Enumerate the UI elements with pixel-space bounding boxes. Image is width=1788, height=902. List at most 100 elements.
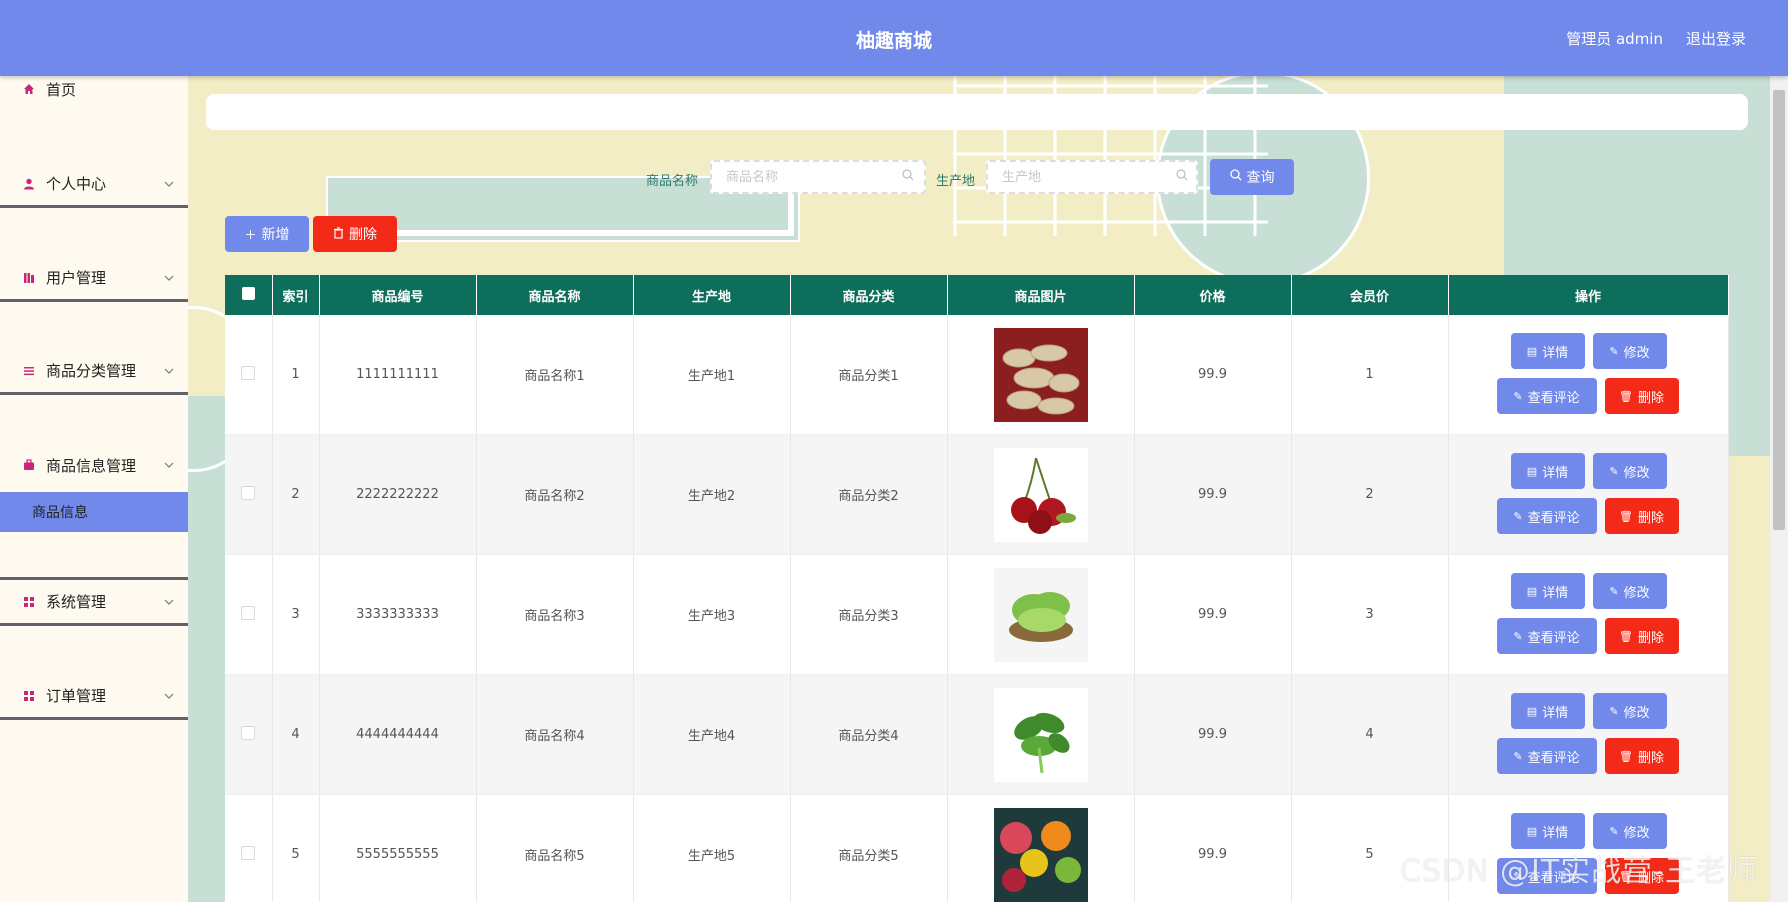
- product-image[interactable]: [993, 567, 1088, 662]
- scrollbar-thumb[interactable]: [1773, 90, 1785, 530]
- sidebar-item-order-management[interactable]: 订单管理: [0, 674, 188, 720]
- index-cell: 4: [272, 674, 320, 795]
- add-button[interactable]: ＋ 新增: [225, 216, 309, 252]
- actions-cell: ▤ 详情 ✎ 修改 ✎ 查看评论 🗑 删除: [1448, 674, 1729, 795]
- image-cell: [947, 434, 1135, 555]
- pencil-icon: ✎: [1513, 749, 1523, 763]
- name-cell: 商品名称5: [476, 794, 634, 902]
- batch-delete-button[interactable]: 删除: [313, 216, 397, 252]
- briefcase-icon: [22, 458, 36, 472]
- row-select-cell[interactable]: [225, 554, 273, 675]
- chevron-down-icon: [164, 366, 174, 376]
- product-name-input[interactable]: [710, 160, 926, 194]
- code-cell: 5555555555: [319, 794, 477, 902]
- edit-button[interactable]: ✎ 修改: [1592, 573, 1667, 609]
- edit-button[interactable]: ✎ 修改: [1592, 813, 1667, 849]
- view-comments-button[interactable]: ✎ 查看评论: [1496, 378, 1597, 414]
- search-icon: [1176, 169, 1188, 185]
- product-image[interactable]: [993, 687, 1088, 782]
- product-name-label: 商品名称: [646, 174, 699, 189]
- detail-button[interactable]: ▤ 详情: [1510, 573, 1585, 609]
- index-cell: 5: [272, 794, 320, 902]
- sidebar-subitem-product-info[interactable]: 商品信息: [0, 492, 188, 532]
- logout-link[interactable]: 退出登录: [1686, 28, 1746, 49]
- row-select-cell[interactable]: [225, 315, 273, 435]
- member-price-cell: 3: [1291, 554, 1449, 675]
- code-cell: 2222222222: [319, 434, 477, 555]
- home-icon: [22, 82, 36, 96]
- edit-button[interactable]: ✎ 修改: [1592, 333, 1667, 369]
- product-image[interactable]: [993, 327, 1088, 422]
- page-scrollbar[interactable]: [1770, 76, 1788, 902]
- delete-button[interactable]: 🗑 删除: [1604, 378, 1679, 414]
- view-comments-button[interactable]: ✎ 查看评论: [1496, 498, 1597, 534]
- user-icon: [22, 177, 36, 191]
- sidebar-item-system-management[interactable]: 系统管理: [0, 580, 188, 626]
- list-icon: [22, 364, 36, 378]
- delete-button[interactable]: 🗑 删除: [1604, 738, 1679, 774]
- column-header: 操作: [1448, 275, 1729, 315]
- delete-button[interactable]: 🗑 删除: [1604, 618, 1679, 654]
- table-row: 1 1111111111 商品名称1 生产地1 商品分类1 99.9 1 ▤ 详情 ✎ 修改 ✎ 查看评…: [225, 315, 1729, 435]
- sidebar-item-label: 首页: [46, 80, 77, 99]
- row-select-cell[interactable]: [225, 794, 273, 902]
- chevron-down-icon: [164, 460, 174, 470]
- row-checkbox[interactable]: [241, 605, 256, 620]
- books-icon: [22, 271, 36, 285]
- detail-label: 详情: [1542, 465, 1569, 481]
- detail-button[interactable]: ▤ 详情: [1510, 813, 1585, 849]
- product-image[interactable]: [993, 447, 1088, 542]
- search-icon: [902, 169, 914, 185]
- sidebar-item-personal-center[interactable]: 个人中心: [0, 162, 188, 208]
- pencil-icon: ✎: [1609, 344, 1619, 358]
- row-select-cell[interactable]: [225, 434, 273, 555]
- detail-button[interactable]: ▤ 详情: [1510, 333, 1585, 369]
- pencil-icon: ✎: [1609, 704, 1619, 718]
- chevron-down-icon: [164, 691, 174, 701]
- query-button[interactable]: 查询: [1210, 159, 1294, 195]
- edit-button[interactable]: ✎ 修改: [1592, 693, 1667, 729]
- actions-cell: ▤ 详情 ✎ 修改 ✎ 查看评论 🗑 删除: [1448, 434, 1729, 555]
- detail-button[interactable]: ▤ 详情: [1510, 693, 1585, 729]
- sidebar-item-user-management[interactable]: 用户管理: [0, 256, 188, 302]
- view-comments-label: 查看评论: [1527, 750, 1580, 766]
- origin-input[interactable]: [986, 160, 1198, 194]
- sidebar-item-label: 系统管理: [46, 593, 107, 611]
- search-icon: [1229, 169, 1242, 185]
- main-content: 商品名称 生产地 查询 ＋ 新增 删除 索引: [188, 76, 1788, 902]
- sidebar-item-label: 用户管理: [46, 269, 107, 287]
- select-all-checkbox[interactable]: [241, 286, 255, 300]
- table-row: 2 2222222222 商品名称2 生产地2 商品分类2 99.9 2 ▤ 详情 ✎ 修改 ✎ 查看评…: [225, 434, 1729, 555]
- delete-button[interactable]: 🗑 删除: [1604, 498, 1679, 534]
- view-comments-button[interactable]: ✎ 查看评论: [1496, 618, 1597, 654]
- origin-label: 生产地: [936, 174, 976, 189]
- view-comments-label: 查看评论: [1527, 390, 1580, 406]
- sidebar-item-label: 商品分类管理: [46, 362, 137, 380]
- admin-label: 管理员 admin: [1566, 30, 1663, 48]
- edit-button[interactable]: ✎ 修改: [1592, 453, 1667, 489]
- trash-icon: 🗑: [1619, 749, 1633, 763]
- sidebar-item-category-management[interactable]: 商品分类管理: [0, 349, 188, 395]
- select-all-cell[interactable]: [225, 275, 273, 315]
- table-row: 3 3333333333 商品名称3 生产地3 商品分类3 99.9 3 ▤ 详情 ✎ 修改 ✎ 查看评…: [225, 554, 1729, 675]
- row-checkbox[interactable]: [241, 725, 256, 740]
- row-checkbox[interactable]: [241, 365, 256, 380]
- pencil-icon: ✎: [1513, 509, 1523, 523]
- actions-cell: ▤ 详情 ✎ 修改 ✎ 查看评论 🗑 删除: [1448, 315, 1729, 435]
- row-checkbox[interactable]: [241, 485, 256, 500]
- code-cell: 1111111111: [319, 315, 477, 435]
- row-checkbox[interactable]: [241, 845, 256, 860]
- detail-button[interactable]: ▤ 详情: [1510, 453, 1585, 489]
- document-icon: ▤: [1526, 704, 1538, 718]
- edit-label: 修改: [1623, 825, 1650, 841]
- trash-icon: 🗑: [1619, 389, 1633, 403]
- plus-icon: ＋: [244, 227, 257, 242]
- detail-label: 详情: [1542, 825, 1569, 841]
- row-select-cell[interactable]: [225, 674, 273, 795]
- grid-icon: [22, 595, 36, 609]
- view-comments-button[interactable]: ✎ 查看评论: [1496, 738, 1597, 774]
- product-image[interactable]: [993, 807, 1088, 902]
- detail-label: 详情: [1542, 345, 1569, 361]
- sidebar-item-product-management[interactable]: 商品信息管理: [0, 442, 188, 488]
- code-cell: 4444444444: [319, 674, 477, 795]
